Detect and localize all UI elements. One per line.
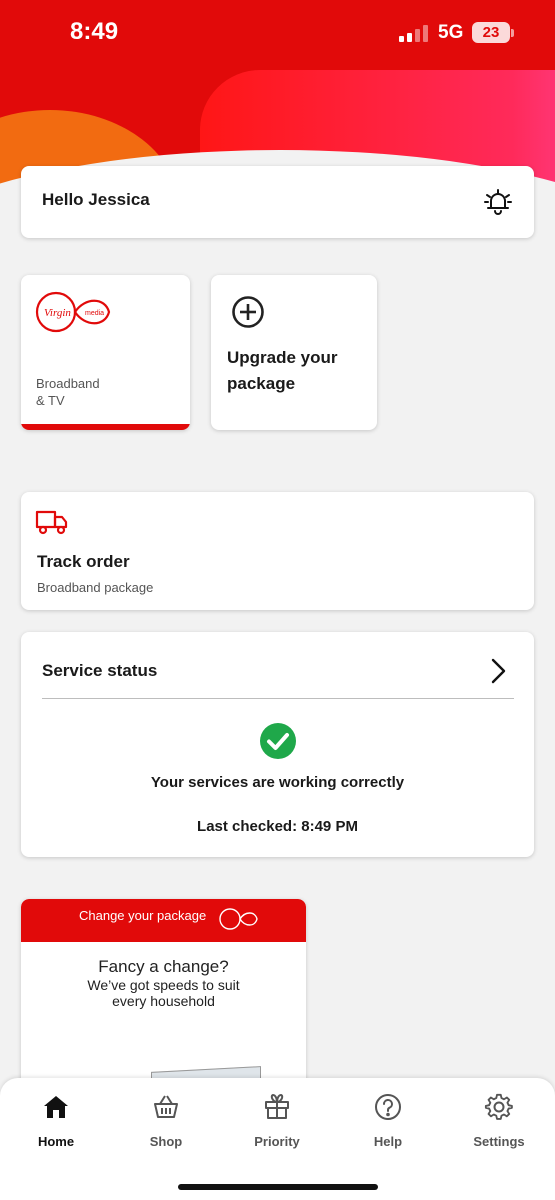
promo-header: Change your package (21, 899, 306, 942)
track-order-card[interactable]: Track order Broadband package (21, 492, 534, 610)
upgrade-label: Upgrade your package (227, 348, 338, 393)
virgin-media-logo (219, 908, 258, 930)
home-icon (44, 1096, 68, 1118)
basket-icon (154, 1095, 178, 1118)
tab-label: Help (373, 1134, 403, 1149)
tab-home[interactable]: Home (6, 1092, 106, 1149)
tab-label: Priority (254, 1134, 300, 1149)
broadband-tv-tile[interactable]: Virgin media Broadband & TV (21, 275, 190, 430)
promo-body: We’ve got speeds to suit every household (87, 977, 240, 1009)
promo-headline: Fancy a change? (98, 957, 229, 976)
promo-header-text: Change your package (79, 908, 207, 923)
service-status-message: Your services are working correctly (150, 774, 405, 791)
upgrade-package-tile[interactable]: Upgrade your package (211, 275, 377, 430)
greeting-card: Hello Jessica (21, 166, 534, 238)
bell-icon[interactable] (482, 186, 514, 218)
tab-settings[interactable]: Settings (449, 1092, 549, 1149)
question-icon (375, 1094, 401, 1120)
tab-help[interactable]: Help (338, 1092, 438, 1149)
check-circle-icon (260, 723, 296, 759)
service-status-title: Service status (42, 661, 158, 680)
tab-label: Shop (149, 1134, 183, 1149)
battery-icon: 23 (472, 22, 510, 43)
broadband-tile-label: Broadband & TV (36, 376, 100, 408)
battery-tip (511, 29, 514, 37)
divider (42, 698, 514, 699)
tab-label: Home (37, 1134, 75, 1149)
gift-icon (265, 1094, 289, 1119)
track-order-subtitle: Broadband package (37, 580, 154, 595)
svg-text:media: media (85, 310, 104, 317)
chevron-right-icon[interactable] (486, 656, 510, 686)
plus-circle-icon (232, 296, 264, 328)
home-indicator (178, 1184, 378, 1190)
tab-bar: Home Shop Priority Help Settings (0, 1078, 555, 1200)
track-order-title: Track order (37, 552, 130, 571)
greeting-text: Hello Jessica (42, 190, 150, 209)
tab-priority[interactable]: Priority (227, 1092, 327, 1149)
service-status-card: Service status Your services are working… (21, 632, 534, 857)
last-checked-text: Last checked: 8:49 PM (197, 818, 358, 835)
gear-icon (484, 1093, 513, 1120)
truck-icon (35, 510, 68, 535)
active-indicator (21, 424, 190, 430)
status-time: 8:49 (70, 18, 119, 45)
svg-text:Virgin: Virgin (44, 307, 71, 319)
tab-shop[interactable]: Shop (116, 1092, 216, 1149)
network-type: 5G (438, 22, 464, 43)
virgin-media-logo: Virgin media (35, 291, 111, 333)
status-bar: 8:49 5G 23 (0, 0, 555, 66)
tab-label: Settings (473, 1134, 525, 1149)
signal-icon (399, 24, 428, 42)
